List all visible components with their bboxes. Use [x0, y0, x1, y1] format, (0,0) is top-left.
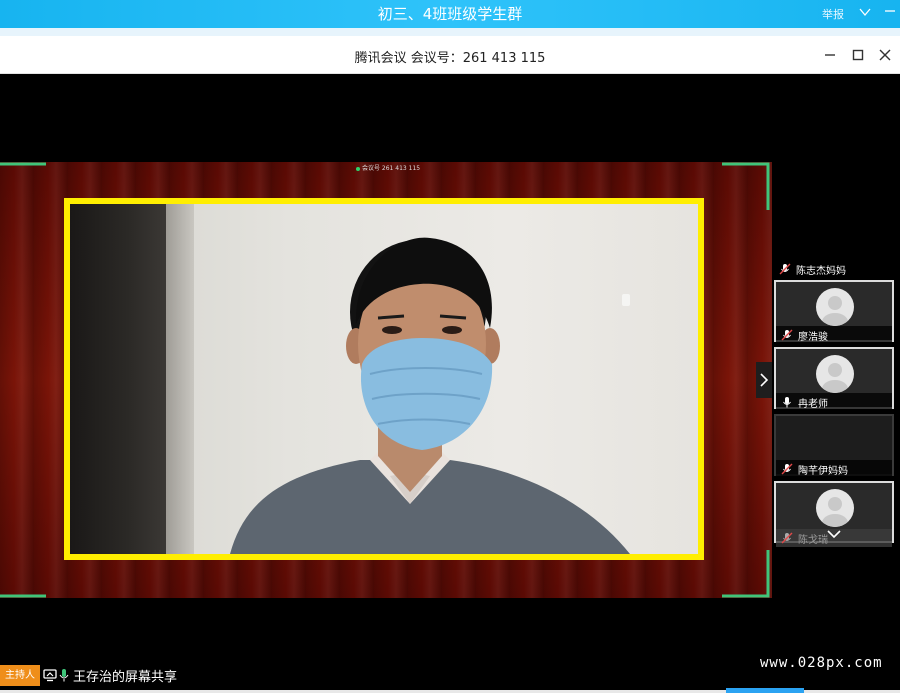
corner-mark-icon [722, 162, 770, 210]
mic-muted-icon [781, 463, 793, 475]
chevron-right-icon[interactable] [756, 362, 772, 398]
webcam-frame [64, 198, 704, 560]
participant-name: 陈戈瑞 [798, 535, 828, 546]
participant-name-row: 廖浩骏 [776, 326, 892, 344]
host-badge: 主持人 [0, 665, 40, 686]
participant-name-row: 陶芊伊妈妈 [776, 460, 892, 478]
participant-name: 陈志杰妈妈 [796, 266, 846, 277]
group-title: 初三、4班班级学生群 [377, 5, 523, 23]
minimize-icon[interactable] [822, 47, 838, 63]
watermark: www.028px.com [760, 655, 883, 671]
corner-mark-icon [0, 594, 46, 598]
avatar-icon [816, 288, 854, 326]
chevron-down-icon[interactable] [826, 528, 842, 540]
chevron-down-icon[interactable] [858, 5, 872, 19]
taskbar-active-item [726, 688, 804, 693]
screen-share-icon [43, 669, 57, 682]
meeting-id-text: 会议号 261 413 115 [362, 165, 421, 172]
participant-name: 陶芊伊妈妈 [798, 466, 848, 477]
presenter-figure [230, 237, 630, 554]
mic-muted-icon [781, 329, 793, 341]
participant-tile[interactable]: 冉老师 [774, 347, 894, 411]
app-root: 初三、4班班级学生群 举报 腾讯会议 会议号：261 413 115 会议号 2… [0, 0, 900, 693]
participant-tile[interactable]: 陶芊伊妈妈 [774, 414, 894, 478]
mic-icon [783, 397, 791, 408]
participant-tile[interactable]: 廖浩骏 [774, 280, 894, 344]
close-icon[interactable] [877, 47, 893, 63]
corner-mark-icon [0, 162, 46, 166]
avatar-icon [816, 489, 854, 527]
window-gap [0, 28, 900, 36]
mic-muted-icon [781, 532, 793, 544]
mic-muted-icon [779, 263, 791, 275]
participant-name: 冉老师 [798, 399, 828, 410]
status-dot-icon [356, 166, 360, 171]
participant-name-row: 陈志杰妈妈 [774, 260, 896, 278]
meeting-title: 腾讯会议 会议号：261 413 115 [354, 51, 546, 66]
maximize-icon[interactable] [850, 47, 866, 63]
participant-name-row: 冉老师 [776, 393, 892, 411]
participant-name: 廖浩骏 [798, 332, 828, 343]
meeting-id-overlay: 会议号 261 413 115 [356, 163, 420, 172]
minimize-icon[interactable] [884, 5, 896, 17]
mic-icon [59, 669, 69, 682]
meeting-title-bar: 腾讯会议 会议号：261 413 115 [0, 36, 900, 74]
group-title-bar: 初三、4班班级学生群 举报 [0, 0, 900, 28]
corner-mark-icon [722, 550, 770, 598]
report-link[interactable]: 举报 [822, 6, 844, 22]
avatar-icon [816, 355, 854, 393]
screen-share-label: 王存治的屏幕共享 [73, 670, 178, 685]
